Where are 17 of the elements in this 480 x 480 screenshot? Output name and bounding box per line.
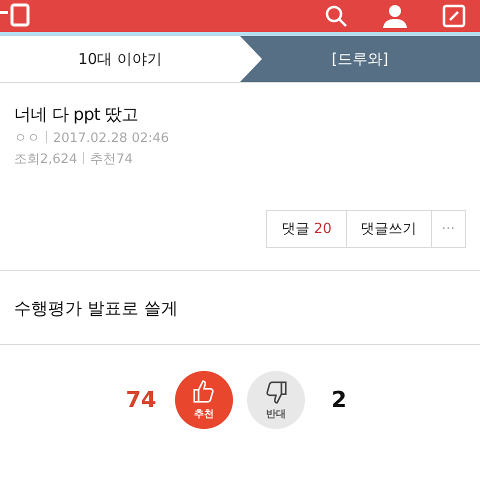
- search-icon[interactable]: [324, 4, 348, 28]
- user-icon[interactable]: [382, 4, 408, 28]
- recommend-count: 74: [124, 388, 158, 412]
- view-count: 조회2,624: [14, 152, 78, 167]
- recommend-button[interactable]: 추천: [175, 371, 233, 429]
- board-tab[interactable]: [드루와]: [240, 36, 480, 82]
- post-title: 너네 다 ppt 땄고: [14, 104, 139, 126]
- post-body: 수행평가 발표로 쓸게: [0, 271, 480, 345]
- edit-icon[interactable]: [442, 4, 466, 28]
- write-comment-button[interactable]: 댓글쓰기: [346, 210, 432, 248]
- oppose-button[interactable]: 반대: [247, 371, 305, 429]
- post-date: 2017.02.28 02:46: [53, 131, 170, 146]
- post-author: ㅇㅇ: [14, 131, 40, 146]
- comments-button[interactable]: 댓글 20: [266, 210, 347, 248]
- logo-icon[interactable]: [0, 3, 30, 29]
- recommend-stat: 추천74: [90, 152, 133, 167]
- oppose-count: 2: [330, 388, 348, 412]
